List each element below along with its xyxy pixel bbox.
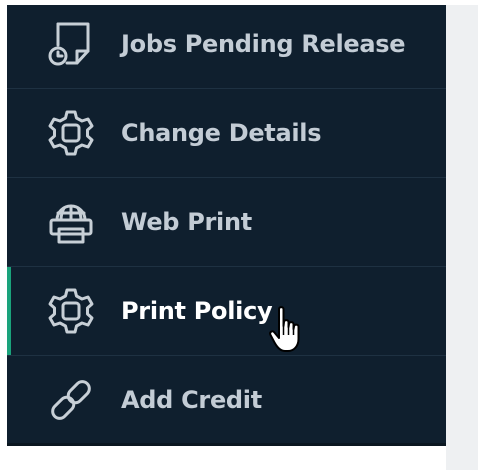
gear-icon — [45, 285, 97, 337]
sidebar-item-label: Web Print — [121, 208, 252, 236]
sidebar-item-label: Add Credit — [121, 386, 262, 414]
print-release-icon — [45, 18, 97, 70]
sidebar-item-change-details[interactable]: Change Details — [7, 89, 446, 178]
link-icon — [45, 374, 97, 426]
active-indicator — [7, 267, 11, 355]
content-area — [446, 5, 478, 470]
sidebar-item-print-policy[interactable]: Print Policy — [7, 267, 446, 356]
sidebar-item-label: Print Policy — [121, 297, 273, 325]
sidebar-item-jobs-pending-release[interactable]: Jobs Pending Release — [7, 0, 446, 89]
printer-globe-icon — [45, 196, 97, 248]
sidebar-item-label: Jobs Pending Release — [121, 30, 406, 58]
sidebar-bottom-edge — [7, 443, 446, 446]
sidebar-item-web-print[interactable]: Web Print — [7, 178, 446, 267]
sidebar-item-add-credit[interactable]: Add Credit — [7, 356, 446, 445]
sidebar-item-label: Change Details — [121, 119, 322, 147]
sidebar-nav: Jobs Pending Release Change Details Web … — [7, 5, 446, 446]
gear-icon — [45, 107, 97, 159]
hand-pointer-icon — [268, 305, 308, 355]
